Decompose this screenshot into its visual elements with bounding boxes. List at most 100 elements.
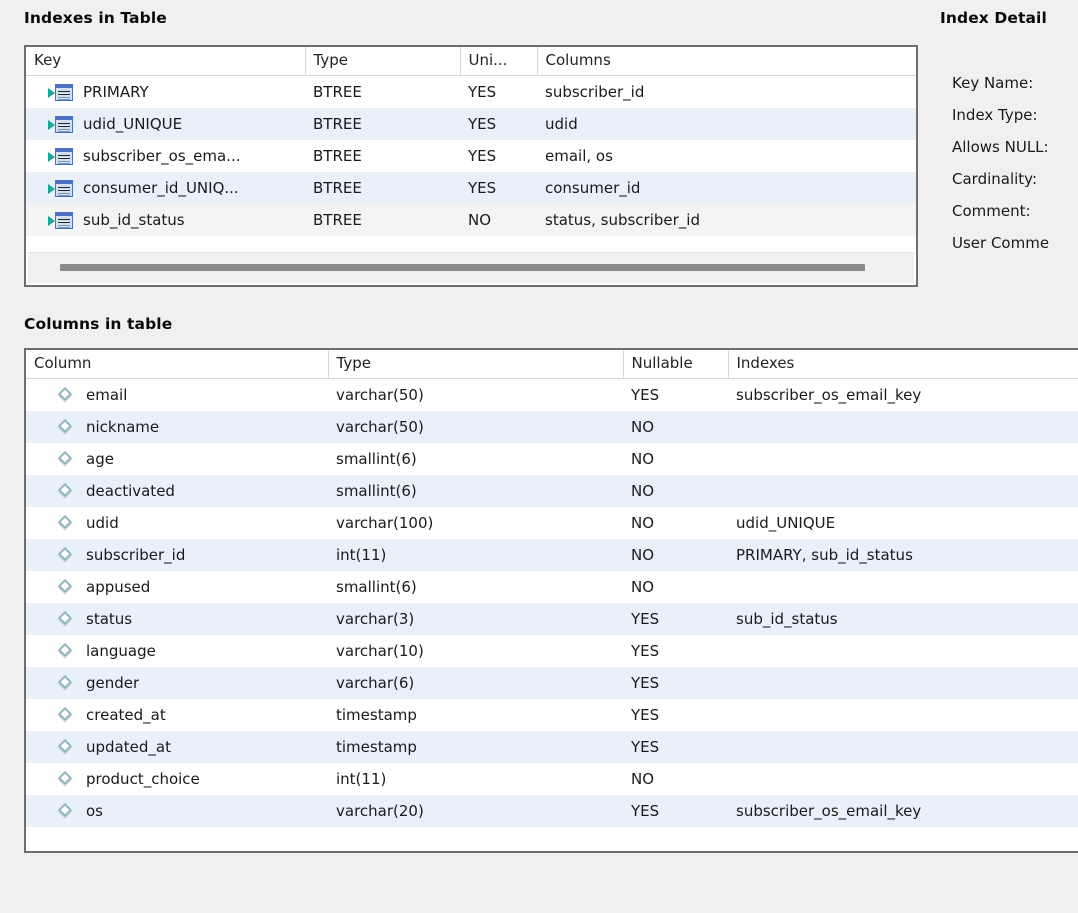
index-detail-label: Key Name:: [952, 74, 1034, 92]
index-type-cell: BTREE: [313, 115, 362, 133]
table-row[interactable]: gender varchar(6) YES: [26, 667, 1078, 699]
column-indexes-cell: [728, 475, 1078, 507]
table-row[interactable]: sub_id_status BTREE NO status, subscriber_i…: [26, 204, 916, 236]
column-nullable-cell: NO: [631, 450, 655, 468]
diamond-icon: [57, 386, 74, 403]
indexes-section-title: Indexes in Table: [24, 9, 167, 27]
column-type-cell: int(11): [336, 546, 387, 564]
column-name-cell: os: [26, 795, 328, 827]
index-key-label: consumer_id_UNIQ...: [83, 179, 239, 197]
table-row[interactable]: age smallint(6) NO: [26, 443, 1078, 475]
column-nullable-cell: NO: [631, 770, 655, 788]
table-row[interactable]: udid_UNIQUE BTREE YES udid: [26, 108, 916, 140]
column-name-cell: product_choice: [26, 763, 328, 795]
index-detail-label: Allows NULL:: [952, 138, 1049, 156]
index-icon: [48, 179, 74, 197]
index-unique-cell: NO: [468, 211, 492, 229]
column-type-cell: varchar(50): [336, 386, 424, 404]
diamond-icon: [57, 482, 74, 499]
column-name-label: age: [86, 450, 114, 468]
index-detail-panel: Key Name: Index Type: Allows NULL: Cardinal…: [936, 45, 1078, 287]
column-nullable-cell: YES: [631, 642, 660, 660]
index-columns-cell: udid: [545, 115, 578, 133]
column-name-label: os: [86, 802, 103, 820]
column-name-label: subscriber_id: [86, 546, 186, 564]
diamond-icon: [57, 802, 74, 819]
index-key-label: sub_id_status: [83, 211, 185, 229]
indexes-horizontal-scrollbar[interactable]: [28, 252, 914, 283]
table-row[interactable]: deactivated smallint(6) NO: [26, 475, 1078, 507]
table-row[interactable]: language varchar(10) YES: [26, 635, 1078, 667]
column-indexes-cell: [728, 763, 1078, 795]
column-name-label: created_at: [86, 706, 166, 724]
column-type-cell: smallint(6): [336, 578, 417, 596]
index-detail-title: Index Detail: [940, 9, 1047, 27]
column-name-label: email: [86, 386, 128, 404]
columns-header-column[interactable]: Column: [26, 350, 329, 379]
table-row[interactable]: appused smallint(6) NO: [26, 571, 1078, 603]
table-row[interactable]: status varchar(3) YES sub_id_status: [26, 603, 1078, 635]
column-type-cell: varchar(100): [336, 514, 434, 532]
column-indexes-cell: PRIMARY, sub_id_status: [736, 546, 913, 564]
indexes-table: Key Type Uni... Columns PRIMARY BTREE YES s…: [26, 47, 916, 236]
index-key-label: udid_UNIQUE: [83, 115, 183, 133]
table-row[interactable]: product_choice int(11) NO: [26, 763, 1078, 795]
column-nullable-cell: NO: [631, 578, 655, 596]
indexes-header-key[interactable]: Key: [26, 47, 306, 76]
indexes-header-unique[interactable]: Uni...: [460, 47, 538, 76]
column-indexes-cell: [728, 667, 1078, 699]
column-name-label: udid: [86, 514, 119, 532]
index-key-label: subscriber_os_ema...: [83, 147, 241, 165]
column-nullable-cell: NO: [631, 482, 655, 500]
index-columns-cell: status, subscriber_id: [545, 211, 700, 229]
column-name-label: appused: [86, 578, 151, 596]
column-indexes-cell: subscriber_os_email_key: [736, 386, 922, 404]
indexes-header-columns[interactable]: Columns: [537, 47, 916, 76]
index-detail-label: Index Type:: [952, 106, 1038, 124]
diamond-icon: [57, 514, 74, 531]
column-nullable-cell: YES: [631, 674, 660, 692]
column-name-cell: appused: [26, 571, 328, 603]
column-indexes-cell: subscriber_os_email_key: [736, 802, 922, 820]
index-unique-cell: YES: [468, 147, 497, 165]
table-row[interactable]: subscriber_id int(11) NO PRIMARY, sub_id_st…: [26, 539, 1078, 571]
column-indexes-cell: sub_id_status: [736, 610, 838, 628]
index-key-cell: consumer_id_UNIQ...: [26, 172, 305, 204]
table-row[interactable]: PRIMARY BTREE YES subscriber_id: [26, 75, 916, 108]
column-name-cell: nickname: [26, 411, 328, 443]
table-row[interactable]: subscriber_os_ema... BTREE YES email, os: [26, 140, 916, 172]
column-indexes-cell: udid_UNIQUE: [736, 514, 836, 532]
columns-clipped-row[interactable]: [28, 840, 1078, 849]
column-type-cell: varchar(3): [336, 610, 415, 628]
table-row[interactable]: udid varchar(100) NO udid_UNIQUE: [26, 507, 1078, 539]
columns-header-type[interactable]: Type: [328, 350, 624, 379]
index-icon: [48, 211, 74, 229]
index-icon: [48, 147, 74, 165]
table-row[interactable]: created_at timestamp YES: [26, 699, 1078, 731]
column-name-cell: created_at: [26, 699, 328, 731]
column-indexes-cell: [728, 571, 1078, 603]
page-footer-background: [0, 858, 1078, 913]
column-name-cell: language: [26, 635, 328, 667]
column-type-cell: timestamp: [336, 706, 417, 724]
indexes-header-type[interactable]: Type: [305, 47, 461, 76]
column-nullable-cell: NO: [631, 514, 655, 532]
table-row[interactable]: updated_at timestamp YES: [26, 731, 1078, 763]
index-detail-label: Cardinality:: [952, 170, 1038, 188]
index-columns-cell: subscriber_id: [545, 83, 645, 101]
column-nullable-cell: YES: [631, 802, 660, 820]
table-row[interactable]: nickname varchar(50) NO: [26, 411, 1078, 443]
column-type-cell: varchar(50): [336, 418, 424, 436]
index-type-cell: BTREE: [313, 211, 362, 229]
table-row[interactable]: email varchar(50) YES subscriber_os_email_k…: [26, 378, 1078, 411]
columns-header-nullable[interactable]: Nullable: [623, 350, 729, 379]
index-detail-label-list: Key Name: Index Type: Allows NULL: Cardinal…: [952, 67, 1049, 259]
columns-header-indexes[interactable]: Indexes: [728, 350, 1078, 379]
index-key-cell: subscriber_os_ema...: [26, 140, 305, 172]
index-unique-cell: YES: [468, 115, 497, 133]
indexes-table-body: PRIMARY BTREE YES subscriber_id udid_UNIQUE B…: [26, 75, 916, 236]
table-row[interactable]: consumer_id_UNIQ... BTREE YES consumer_id: [26, 172, 916, 204]
table-row[interactable]: os varchar(20) YES subscriber_os_email_key: [26, 795, 1078, 827]
scrollbar-thumb[interactable]: [60, 264, 865, 271]
columns-header-row: Column Type Nullable Indexes: [26, 350, 1078, 379]
